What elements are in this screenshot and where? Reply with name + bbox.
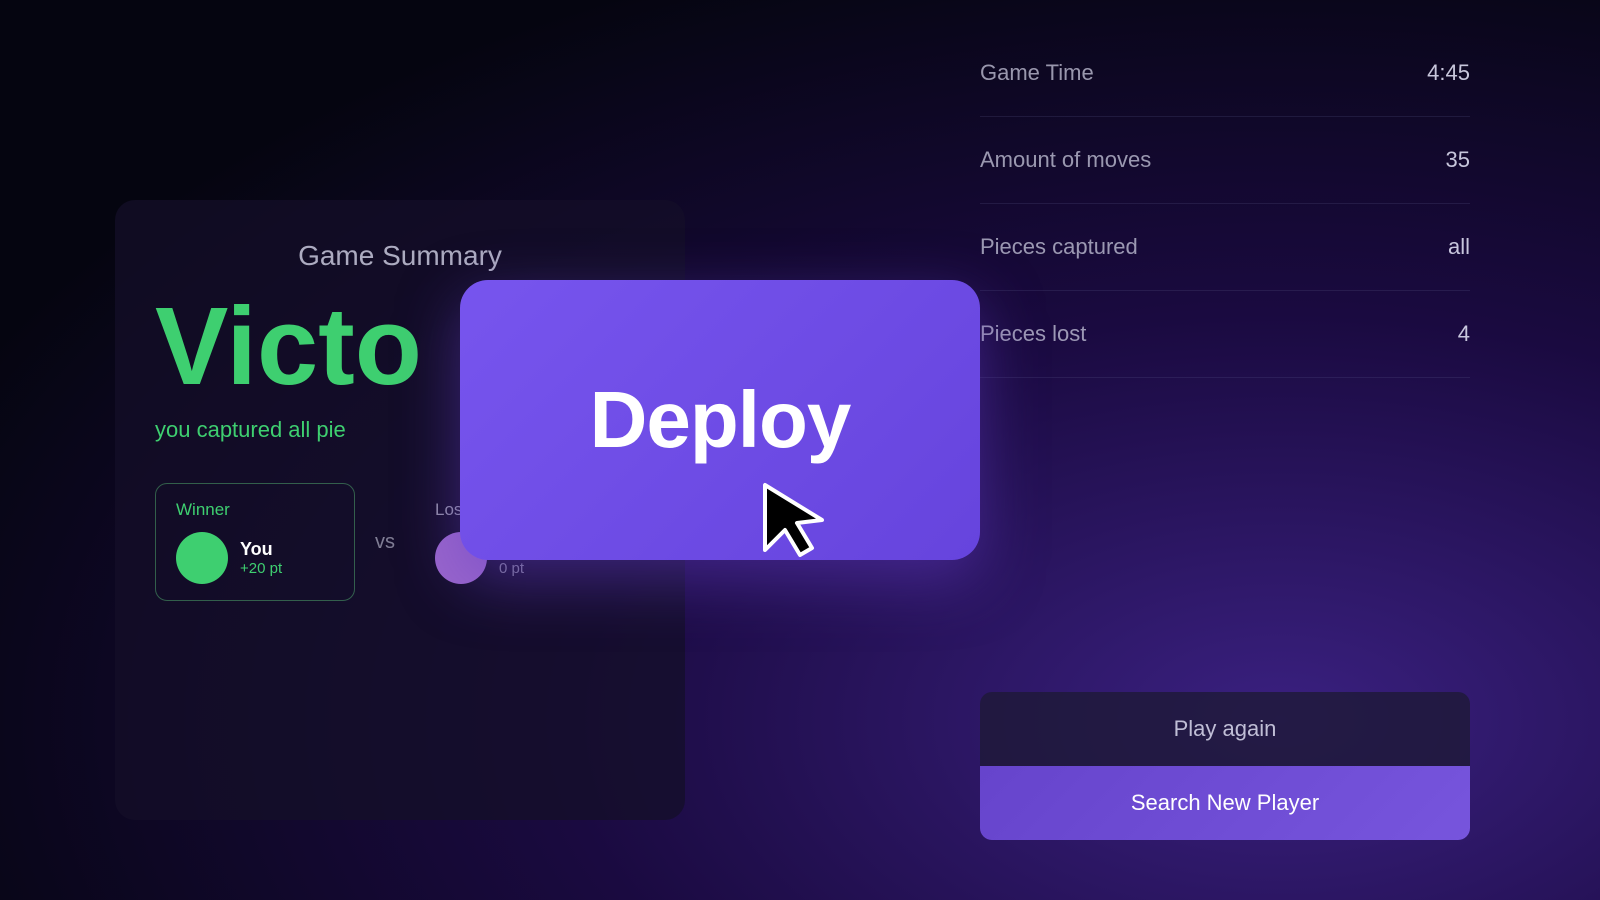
stat-label-game-time: Game Time (980, 60, 1094, 86)
stat-value-captured: all (1448, 234, 1470, 260)
winner-name: You (240, 539, 282, 560)
winner-info: You +20 pt (176, 532, 334, 584)
search-new-player-button[interactable]: Search New Player (980, 766, 1470, 840)
game-summary-title: Game Summary (155, 240, 645, 272)
stat-value-game-time: 4:45 (1427, 60, 1470, 86)
stat-label-lost: Pieces lost (980, 321, 1086, 347)
deploy-popup[interactable]: Deploy (460, 280, 980, 560)
play-again-button[interactable]: Play again (980, 692, 1470, 766)
deploy-text: Deploy (590, 374, 851, 466)
winner-details: You +20 pt (240, 539, 282, 577)
stat-label-captured: Pieces captured (980, 234, 1138, 260)
stat-row-captured: Pieces captured all (980, 204, 1470, 291)
winner-role: Winner (176, 500, 334, 520)
stats-panel: Game Time 4:45 Amount of moves 35 Pieces… (980, 0, 1470, 900)
winner-pts: +20 pt (240, 560, 282, 577)
winner-card: Winner You +20 pt (155, 483, 355, 601)
stat-row-game-time: Game Time 4:45 (980, 30, 1470, 117)
vs-label: vs (375, 531, 395, 554)
loser-pts: 0 pt (499, 560, 568, 577)
stat-value-lost: 4 (1458, 321, 1470, 347)
stat-value-moves: 35 (1446, 147, 1470, 173)
winner-avatar (176, 532, 228, 584)
stat-row-lost: Pieces lost 4 (980, 291, 1470, 378)
stat-label-moves: Amount of moves (980, 147, 1151, 173)
action-buttons: Play again Search New Player (980, 692, 1470, 900)
stat-row-moves: Amount of moves 35 (980, 117, 1470, 204)
